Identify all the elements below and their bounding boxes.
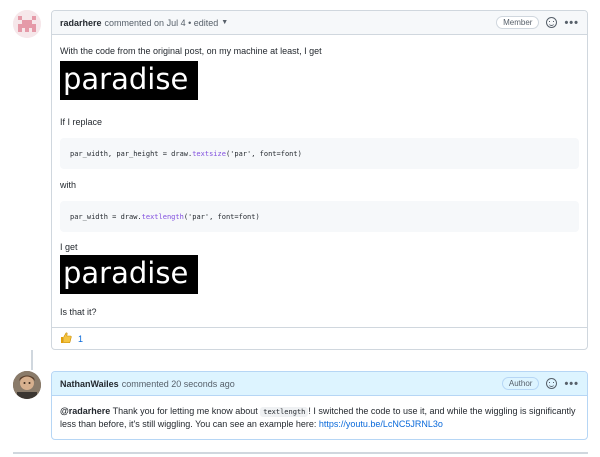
kebab-menu-icon[interactable]: •••	[564, 17, 579, 29]
comment-author[interactable]: NathanWailes	[60, 379, 119, 389]
code-text: par_width = draw.	[70, 212, 142, 221]
paragraph-with: with	[60, 180, 77, 190]
paragraph-question: Is that it?	[60, 307, 97, 317]
comment-radarhere: radarhere commented on Jul 4 • edited ▼ …	[51, 10, 588, 350]
timeline-divider	[13, 452, 588, 454]
code-block-2: par_width = draw. textlength ('par', font=…	[60, 201, 579, 232]
comment-timestamp[interactable]: commented 20 seconds ago	[122, 379, 235, 389]
paragraph-i-get: I get	[60, 242, 78, 252]
comment-body: With the code from the original post, on…	[52, 35, 587, 318]
code-text: par_width, par_height = draw.	[70, 149, 193, 158]
youtube-link[interactable]: https://youtu.be/LcNC5JRNL3o	[319, 419, 443, 429]
reaction-count[interactable]: 1	[78, 334, 83, 344]
code-text: ('par', font=font)	[183, 212, 260, 221]
thumbs-up-icon[interactable]	[60, 332, 72, 346]
rendered-image-2: paradise	[60, 255, 199, 294]
smiley-icon[interactable]	[546, 17, 558, 28]
paragraph-intro: With the code from the original post, on…	[60, 46, 322, 56]
code-function: textsize	[192, 149, 226, 158]
paragraph-replace: If I replace	[60, 117, 103, 127]
code-function: textlength	[141, 212, 184, 221]
user-mention[interactable]: @radarhere	[60, 406, 110, 416]
thumbs-up-icon	[61, 332, 72, 343]
author-badge: Author	[501, 377, 540, 390]
identicon-icon	[13, 10, 41, 38]
avatar-nathanwailes[interactable]	[13, 371, 41, 399]
comment-paragraph-cont: less than before, it's still wiggling. Y…	[60, 418, 579, 430]
caret-down-icon[interactable]: ▼	[221, 19, 228, 26]
comment-author[interactable]: radarhere	[60, 18, 102, 28]
inline-code: textlength	[260, 407, 309, 417]
comment-header: NathanWailes commented 20 seconds ago Au…	[52, 372, 587, 396]
code-text: ('par', font=font)	[225, 149, 302, 158]
rendered-image-1: paradise	[60, 61, 199, 100]
comment-timestamp[interactable]: commented on Jul 4 • edited	[105, 18, 219, 28]
code-block-1: par_width, par_height = draw. textsize ('p…	[60, 138, 579, 169]
timeline-connector	[31, 350, 33, 370]
comment-header: radarhere commented on Jul 4 • edited ▼ …	[52, 11, 587, 35]
comment-text: Thank you for letting me know about	[110, 406, 261, 416]
member-badge: Member	[496, 16, 540, 29]
comment-paragraph: @radarhere Thank you for letting me know…	[60, 405, 579, 418]
comment-body: @radarhere Thank you for letting me know…	[52, 396, 587, 430]
smiley-icon[interactable]	[546, 378, 558, 389]
kebab-menu-icon[interactable]: •••	[564, 378, 579, 390]
comment-nathanwailes: NathanWailes commented 20 seconds ago Au…	[51, 371, 588, 440]
profile-photo-icon	[13, 371, 41, 399]
comment-text: less than before, it's still wiggling. Y…	[60, 419, 319, 429]
reactions-bar: 1	[52, 327, 587, 349]
avatar-radarhere[interactable]	[13, 10, 41, 38]
comment-text: ! I switched the code to use it, and whi…	[308, 406, 576, 416]
